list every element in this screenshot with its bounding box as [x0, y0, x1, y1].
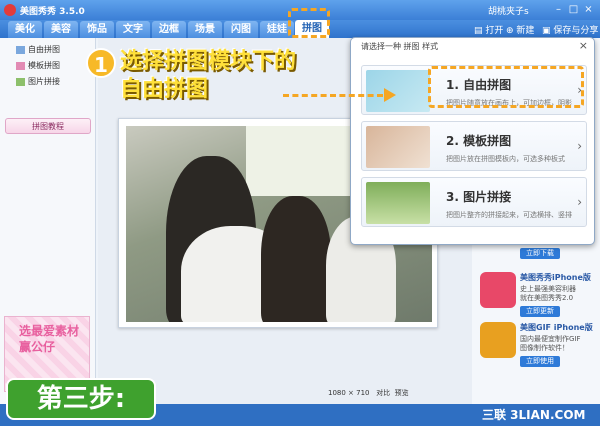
gif-app-icon: [480, 322, 516, 358]
folder-icon: ▤: [474, 26, 486, 36]
save-icon: ▣: [542, 26, 554, 36]
popup-close-button[interactable]: ×: [579, 39, 588, 52]
close-button[interactable]: ×: [582, 3, 595, 16]
option-template-collage[interactable]: 2. 模板拼图 把图片放在拼图模板内，可选多种板式 ›: [361, 121, 587, 171]
use-now-button[interactable]: 立即使用: [520, 356, 560, 367]
chevron-right-icon: ›: [577, 195, 582, 209]
user-name[interactable]: 胡桃夹子s: [488, 4, 529, 17]
plus-icon: ⊕: [506, 26, 517, 36]
template-collage-thumbnail: [366, 126, 430, 168]
image-stitch-icon: [16, 77, 25, 86]
image-size: 1080 × 710: [328, 389, 370, 397]
update-now-button[interactable]: 立即更新: [520, 306, 560, 317]
instruction-text: 选择拼图模块下的 自由拼图: [120, 49, 297, 102]
collage-sidebar: 自由拼图 模板拼图 图片拼接 拼图教程 选最爱素材 赢公仔: [0, 38, 96, 404]
site-watermark: 三联 3LIAN.COM: [482, 408, 586, 422]
download-now-button[interactable]: 立即下载: [520, 248, 560, 259]
promo-text: 选最爱素材 赢公仔: [19, 324, 80, 354]
meitu-iphone-icon: [480, 272, 516, 308]
option-title: 3. 图片拼接: [446, 190, 512, 204]
new-button[interactable]: ⊕ 新建: [506, 23, 534, 36]
app-promo-iphone[interactable]: 美图秀秀iPhone版 史上最强美容利器 就在美图秀秀2.0 立即更新: [480, 272, 598, 318]
step-label: 第三步:: [6, 378, 156, 420]
sidebar-item-image-stitch[interactable]: 图片拼接: [16, 76, 60, 87]
image-stitch-thumbnail: [366, 182, 430, 224]
tab-beautify[interactable]: 美化: [8, 21, 42, 38]
minimize-button[interactable]: –: [552, 3, 565, 16]
option-description: 把图片放在拼图模板内，可选多种板式: [446, 155, 565, 163]
window-title: 美图秀秀 3.5.0: [20, 7, 85, 17]
maximize-button[interactable]: □: [567, 3, 580, 16]
tab-text[interactable]: 文字: [116, 21, 150, 38]
option-image-stitch[interactable]: 3. 图片拼接 把图片整齐的拼接起来，可选横排、竖排 ›: [361, 177, 587, 227]
tab-accessory[interactable]: 饰品: [80, 21, 114, 38]
free-collage-thumbnail: [366, 70, 430, 112]
sidebar-item-free-collage[interactable]: 自由拼图: [16, 44, 60, 55]
option-title: 2. 模板拼图: [446, 134, 512, 148]
tab-frame[interactable]: 边框: [152, 21, 186, 38]
option-description: 把图片整齐的拼接起来，可选横排、竖排: [446, 211, 572, 219]
collage-tutorial-button[interactable]: 拼图教程: [5, 118, 91, 134]
sidebar-item-template-collage[interactable]: 模板拼图: [16, 60, 60, 71]
app-logo-icon: [4, 4, 16, 16]
step-number-badge: 1: [86, 48, 116, 78]
status-bar: 1080 × 710 对比 预览: [328, 388, 409, 398]
highlight-free-collage-option: [428, 66, 584, 108]
preview-button[interactable]: 预览: [395, 389, 409, 397]
tab-scene[interactable]: 场景: [188, 21, 222, 38]
open-button[interactable]: ▤ 打开: [474, 23, 503, 36]
template-collage-icon: [16, 61, 25, 70]
tab-face[interactable]: 美容: [44, 21, 78, 38]
arrow-right-icon: [384, 88, 396, 102]
save-share-button[interactable]: ▣ 保存与分享: [542, 23, 598, 36]
photo-person-middle: [261, 196, 331, 322]
compare-button[interactable]: 对比: [376, 389, 390, 397]
tab-flash[interactable]: 闪图: [224, 21, 258, 38]
chevron-right-icon: ›: [577, 139, 582, 153]
pointer-line: [283, 94, 383, 97]
highlight-collage-tab: [288, 8, 330, 38]
popup-header: 请选择一种 拼图 样式: [361, 42, 439, 51]
app-promo-gif[interactable]: 美图GIF iPhone版 国内最便宜制作GIF 图像制作软件！ 立即使用: [480, 322, 598, 368]
free-collage-icon: [16, 45, 25, 54]
